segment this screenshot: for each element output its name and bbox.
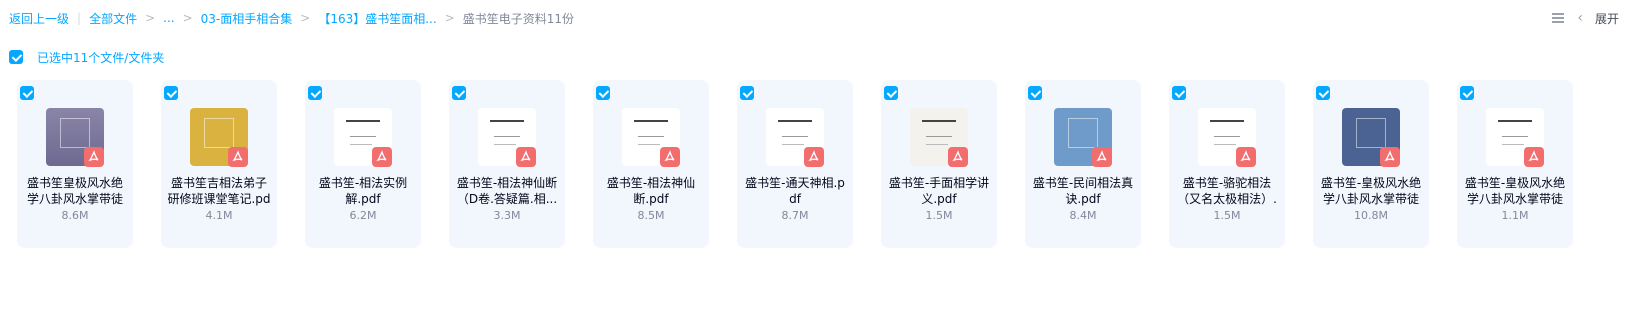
file-card[interactable]: 盛书笙皇极风水绝学八卦风水掌带徒 8.6M (17, 80, 133, 248)
pdf-icon (516, 147, 536, 167)
file-size: 8.4M (1069, 209, 1097, 222)
pdf-icon (228, 147, 248, 167)
expand-button[interactable]: 展开 (1595, 10, 1619, 27)
file-name: 盛书笙-皇极风水绝学八卦风水掌带徒 (1320, 176, 1422, 206)
divider: | (77, 11, 82, 25)
file-card[interactable]: 盛书笙-手面相学讲义.pdf 1.5M (881, 80, 997, 248)
file-checkbox[interactable] (596, 86, 610, 100)
breadcrumb-level1[interactable]: 03-面相手相合集 (201, 10, 293, 27)
pdf-icon (84, 147, 104, 167)
file-checkbox[interactable] (740, 86, 754, 100)
file-checkbox[interactable] (20, 86, 34, 100)
file-size: 6.2M (349, 209, 377, 222)
back-link[interactable]: 返回上一级 (9, 10, 69, 27)
chevron-right-icon: > (182, 11, 193, 25)
pdf-icon (804, 147, 824, 167)
file-name: 盛书笙-相法神仙断.pdf (606, 176, 696, 206)
breadcrumb-current: 盛书笙电子资料11份 (462, 11, 575, 26)
file-size: 1.1M (1501, 209, 1529, 222)
file-size: 8.6M (61, 209, 89, 222)
file-card[interactable]: 盛书笙-骆驼相法（又名太极相法）. 1.5M (1169, 80, 1285, 248)
file-size: 10.8M (1354, 209, 1388, 222)
chevron-right-icon: > (444, 11, 455, 25)
file-checkbox[interactable] (1028, 86, 1042, 100)
file-card[interactable]: 盛书笙-相法神仙断.pdf 8.5M (593, 80, 709, 248)
pdf-icon (660, 147, 680, 167)
file-card[interactable]: 盛书笙-相法实例解.pdf 6.2M (305, 80, 421, 248)
file-size: 4.1M (205, 209, 233, 222)
pdf-icon (372, 147, 392, 167)
file-checkbox[interactable] (1316, 86, 1330, 100)
file-name: 盛书笙吉相法弟子研修班课堂笔记.pd (167, 176, 271, 206)
file-checkbox[interactable] (884, 86, 898, 100)
selection-bar: 已选中11个文件/文件夹 (9, 49, 164, 65)
file-card[interactable]: 盛书笙-相法神仙断（D卷.答疑篇.相... 3.3M (449, 80, 565, 248)
pdf-icon (1524, 147, 1544, 167)
file-size: 1.5M (925, 209, 953, 222)
select-all-checkbox[interactable] (9, 50, 23, 64)
chevron-left-icon[interactable]: ‹ (1577, 11, 1583, 25)
breadcrumb-ellipsis[interactable]: ... (163, 11, 174, 25)
pdf-icon (1092, 147, 1112, 167)
file-checkbox[interactable] (164, 86, 178, 100)
file-card[interactable]: 盛书笙-皇极风水绝学八卦风水掌带徒 1.1M (1457, 80, 1573, 248)
view-toolbar: ‹ 展开 (1551, 9, 1619, 27)
file-card[interactable]: 盛书笙-通天神相.pdf 8.7M (737, 80, 853, 248)
file-checkbox[interactable] (308, 86, 322, 100)
file-size: 8.7M (781, 209, 809, 222)
file-name: 盛书笙-民间相法真诀.pdf (1032, 176, 1134, 206)
pdf-icon (1236, 147, 1256, 167)
pdf-icon (1380, 147, 1400, 167)
file-card[interactable]: 盛书笙吉相法弟子研修班课堂笔记.pd 4.1M (161, 80, 277, 248)
list-view-icon[interactable] (1551, 12, 1565, 24)
file-checkbox[interactable] (1460, 86, 1474, 100)
chevron-right-icon: > (300, 11, 311, 25)
file-checkbox[interactable] (452, 86, 466, 100)
pdf-icon (948, 147, 968, 167)
file-name: 盛书笙-相法神仙断（D卷.答疑篇.相... (456, 176, 558, 206)
selection-count-label: 已选中11个文件/文件夹 (37, 50, 165, 65)
chevron-right-icon: > (145, 11, 156, 25)
file-card[interactable]: 盛书笙-皇极风水绝学八卦风水掌带徒 10.8M (1313, 80, 1429, 248)
file-card[interactable]: 盛书笙-民间相法真诀.pdf 8.4M (1025, 80, 1141, 248)
file-name: 盛书笙-骆驼相法（又名太极相法）. (1177, 176, 1277, 206)
file-name: 盛书笙-手面相学讲义.pdf (888, 176, 990, 206)
file-name: 盛书笙-通天神相.pdf (745, 176, 845, 206)
file-size: 3.3M (493, 209, 521, 222)
file-grid: 盛书笙皇极风水绝学八卦风水掌带徒 8.6M 盛书笙吉相法弟子研修班课堂笔记.pd 4.… (17, 80, 1573, 248)
file-name: 盛书笙-皇极风水绝学八卦风水掌带徒 (1464, 176, 1566, 206)
file-size: 8.5M (637, 209, 665, 222)
breadcrumb-level2[interactable]: 【163】盛书笙面相... (318, 10, 436, 27)
breadcrumb-all-files[interactable]: 全部文件 (89, 10, 137, 27)
file-size: 1.5M (1213, 209, 1241, 222)
file-name: 盛书笙皇极风水绝学八卦风水掌带徒 (26, 176, 123, 206)
file-checkbox[interactable] (1172, 86, 1186, 100)
breadcrumb: 返回上一级 | 全部文件 > ... > 03-面相手相合集 > 【163】盛书… (9, 9, 574, 27)
file-name: 盛书笙-相法实例解.pdf (318, 176, 408, 206)
